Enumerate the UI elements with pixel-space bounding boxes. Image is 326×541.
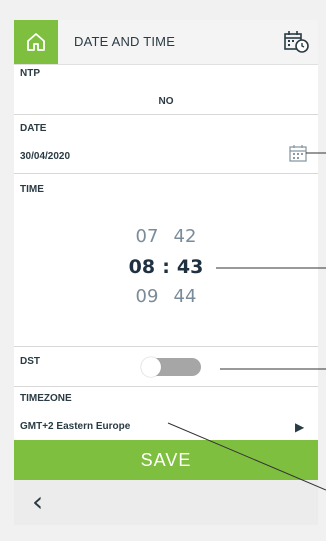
- dst-label: DST: [20, 356, 40, 367]
- date-picker-button[interactable]: [288, 143, 308, 163]
- header-bar: DATE AND TIME: [14, 20, 318, 65]
- screen: DATE AND TIME NTP NO DATE 30/04/2020 TIM…: [14, 20, 318, 525]
- ntp-value[interactable]: NO: [14, 96, 318, 107]
- dst-toggle[interactable]: [141, 357, 201, 377]
- hour-prev: 07: [135, 226, 159, 247]
- divider: [14, 386, 318, 387]
- chevron-left-icon[interactable]: ‹: [32, 488, 43, 516]
- home-icon: [27, 33, 45, 51]
- timezone-value[interactable]: GMT+2 Eastern Europe: [20, 421, 130, 432]
- minute-selected: 43: [176, 256, 204, 278]
- time-row-prev[interactable]: 07 42: [14, 226, 318, 247]
- minute-prev: 42: [173, 226, 197, 247]
- divider: [14, 173, 318, 174]
- date-label: DATE: [20, 123, 47, 134]
- play-arrow-icon[interactable]: ▶: [295, 420, 304, 434]
- page-title: DATE AND TIME: [74, 34, 176, 49]
- divider: [14, 114, 318, 115]
- toggle-knob: [141, 357, 161, 377]
- home-button[interactable]: [14, 20, 58, 64]
- hour-selected: 08: [128, 256, 156, 278]
- device-frame: DATE AND TIME NTP NO DATE 30/04/2020 TIM…: [0, 0, 326, 541]
- calendar-icon: [289, 145, 307, 162]
- save-button[interactable]: SAVE: [14, 440, 318, 480]
- time-separator: :: [162, 256, 170, 278]
- divider: [14, 346, 318, 347]
- minute-next: 44: [173, 286, 197, 307]
- hour-next: 09: [135, 286, 159, 307]
- calendar-clock-button[interactable]: [282, 28, 310, 56]
- time-row-selected[interactable]: 08 : 43: [14, 256, 318, 278]
- timezone-label: TIMEZONE: [20, 393, 72, 404]
- time-row-next[interactable]: 09 44: [14, 286, 318, 307]
- time-label: TIME: [20, 184, 44, 195]
- date-value[interactable]: 30/04/2020: [20, 151, 70, 162]
- bottom-nav-bar: ‹: [14, 480, 318, 525]
- calendar-clock-icon: [284, 31, 309, 53]
- ntp-label: NTP: [20, 68, 40, 79]
